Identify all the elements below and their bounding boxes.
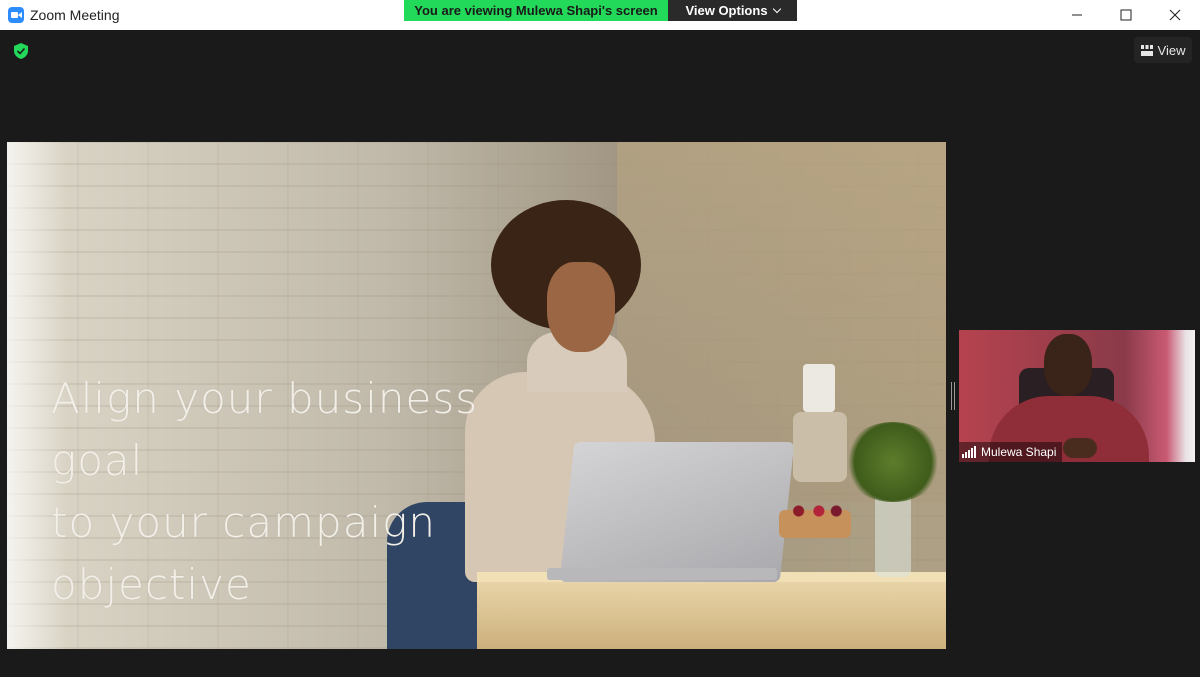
- slide-line: objective: [51, 560, 252, 609]
- close-icon: [1169, 9, 1181, 21]
- grid-view-icon: [1140, 44, 1153, 56]
- view-button[interactable]: View: [1134, 37, 1192, 63]
- participant-name: Mulewa Shapi: [981, 445, 1057, 459]
- minimize-button[interactable]: [1054, 0, 1100, 30]
- signal-bars-icon: [962, 446, 976, 458]
- zoom-logo-icon: [8, 7, 24, 23]
- slide-line: Align your business: [51, 374, 479, 423]
- screen-share-banner: You are viewing Mulewa Shapi's screen Vi…: [404, 0, 797, 21]
- maximize-icon: [1120, 9, 1132, 21]
- view-options-label: View Options: [685, 3, 768, 18]
- shared-screen-slide: Align your business goal to your campaig…: [7, 142, 946, 649]
- maximize-button[interactable]: [1103, 0, 1149, 30]
- participant-name-tag: Mulewa Shapi: [959, 442, 1063, 462]
- close-button[interactable]: [1152, 0, 1198, 30]
- chevron-down-icon: [772, 4, 781, 14]
- participant-video: [1044, 334, 1092, 396]
- laptop-image: [559, 442, 795, 582]
- slide-line: to your campaign: [51, 498, 436, 547]
- panel-resize-handle[interactable]: [950, 382, 955, 410]
- slide-line: goal: [51, 436, 144, 485]
- view-button-label: View: [1157, 42, 1186, 58]
- minimize-icon: [1072, 14, 1082, 16]
- viewing-screen-status: You are viewing Mulewa Shapi's screen: [404, 0, 668, 21]
- shield-check-icon[interactable]: [13, 42, 29, 65]
- participant-video-tile[interactable]: Mulewa Shapi: [959, 330, 1195, 462]
- slide-heading: Align your business goal to your campaig…: [51, 368, 531, 616]
- window-title: Zoom Meeting: [30, 7, 120, 23]
- view-options-button[interactable]: View Options: [668, 0, 797, 21]
- plant-image: [843, 422, 943, 502]
